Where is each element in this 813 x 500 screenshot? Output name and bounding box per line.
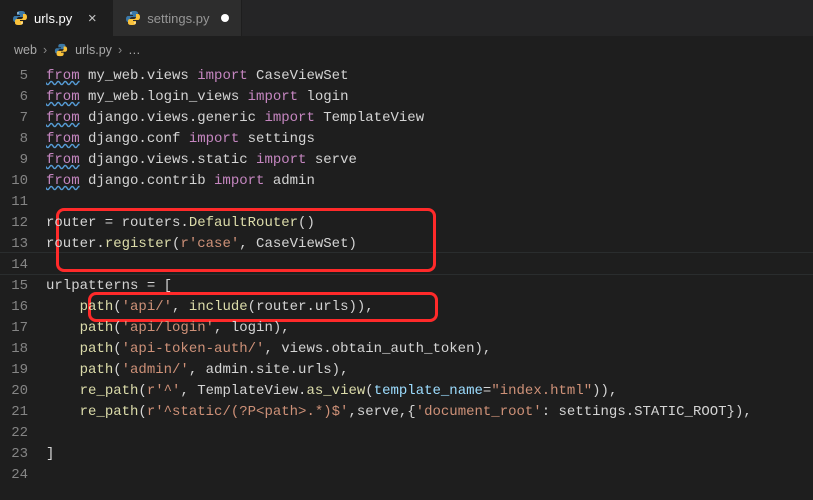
line-number: 19 bbox=[0, 360, 46, 381]
breadcrumb-item[interactable]: web bbox=[14, 43, 37, 57]
line-number: 17 bbox=[0, 318, 46, 339]
code-line[interactable]: from my_web.views import CaseViewSet bbox=[46, 66, 813, 87]
code-line[interactable] bbox=[46, 423, 813, 444]
line-number: 5 bbox=[0, 66, 46, 87]
line-number: 6 bbox=[0, 87, 46, 108]
tab-bar: urls.py × settings.py bbox=[0, 0, 813, 36]
python-icon bbox=[53, 42, 69, 58]
modified-dot-icon bbox=[221, 14, 229, 22]
line-number: 23 bbox=[0, 444, 46, 465]
line-number: 24 bbox=[0, 465, 46, 486]
code-editor[interactable]: 5from my_web.views import CaseViewSet 6f… bbox=[0, 64, 813, 486]
code-line[interactable]: from django.conf import settings bbox=[46, 129, 813, 150]
line-number: 14 bbox=[0, 255, 46, 276]
line-number: 10 bbox=[0, 171, 46, 192]
code-line[interactable]: path('api/', include(router.urls)), bbox=[46, 297, 813, 318]
code-line[interactable]: from my_web.login_views import login bbox=[46, 87, 813, 108]
line-number: 22 bbox=[0, 423, 46, 444]
tab-label: urls.py bbox=[34, 11, 72, 26]
code-line[interactable] bbox=[46, 192, 813, 213]
code-line[interactable]: re_path(r'^static/(?P<path>.*)$',serve,{… bbox=[46, 402, 813, 423]
code-line[interactable]: urlpatterns = [ bbox=[46, 276, 813, 297]
line-number: 12 bbox=[0, 213, 46, 234]
code-line[interactable]: path('admin/', admin.site.urls), bbox=[46, 360, 813, 381]
code-line[interactable]: path('api-token-auth/', views.obtain_aut… bbox=[46, 339, 813, 360]
code-line[interactable]: path('api/login', login), bbox=[46, 318, 813, 339]
code-line[interactable]: re_path(r'^', TemplateView.as_view(templ… bbox=[46, 381, 813, 402]
line-number: 7 bbox=[0, 108, 46, 129]
line-number: 11 bbox=[0, 192, 46, 213]
line-number: 16 bbox=[0, 297, 46, 318]
close-icon[interactable]: × bbox=[84, 10, 100, 27]
tab-settings[interactable]: settings.py bbox=[113, 0, 242, 36]
breadcrumb-item[interactable]: urls.py bbox=[75, 43, 112, 57]
chevron-right-icon: › bbox=[43, 43, 47, 57]
breadcrumb: web › urls.py › … bbox=[0, 36, 813, 64]
python-icon bbox=[12, 10, 28, 26]
code-line[interactable]: from django.views.static import serve bbox=[46, 150, 813, 171]
line-number: 9 bbox=[0, 150, 46, 171]
chevron-right-icon: › bbox=[118, 43, 122, 57]
code-line[interactable]: router = routers.DefaultRouter() bbox=[46, 213, 813, 234]
tab-label: settings.py bbox=[147, 11, 209, 26]
python-icon bbox=[125, 10, 141, 26]
line-number: 15 bbox=[0, 276, 46, 297]
code-line[interactable]: from django.views.generic import Templat… bbox=[46, 108, 813, 129]
code-line[interactable]: ] bbox=[46, 444, 813, 465]
line-number: 20 bbox=[0, 381, 46, 402]
code-line[interactable]: router.register(r'case', CaseViewSet) bbox=[46, 234, 813, 255]
tab-urls[interactable]: urls.py × bbox=[0, 0, 113, 36]
line-number: 21 bbox=[0, 402, 46, 423]
breadcrumb-more[interactable]: … bbox=[128, 43, 141, 57]
line-number: 18 bbox=[0, 339, 46, 360]
line-number: 8 bbox=[0, 129, 46, 150]
line-number: 13 bbox=[0, 234, 46, 255]
code-line[interactable] bbox=[46, 465, 813, 486]
code-line[interactable]: from django.contrib import admin bbox=[46, 171, 813, 192]
code-line[interactable] bbox=[46, 255, 813, 276]
